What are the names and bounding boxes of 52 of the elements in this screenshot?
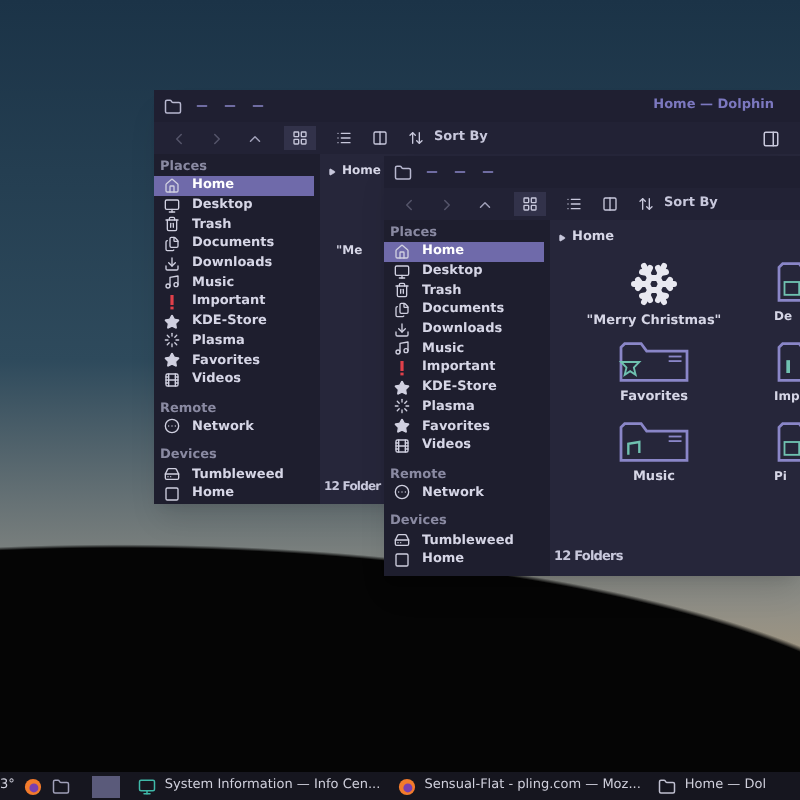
spinner-icon [394,398,410,415]
drive-icon [164,466,180,483]
documents-icon [394,301,410,318]
download-icon [164,255,180,272]
monitor-icon [138,777,157,795]
folder-icon[interactable] [52,777,71,795]
drive-icon [394,532,410,549]
icons-view-button[interactable] [284,126,316,150]
folder-icon [658,777,677,795]
details-view-icon[interactable] [336,130,352,146]
film-icon [164,371,180,388]
grid-icon [292,130,308,146]
network-icon [394,484,410,501]
folder-icon [616,339,692,384]
star-icon [164,313,180,330]
star-icon [164,352,180,369]
music-note-icon [164,274,180,291]
trash-icon [394,282,410,299]
columns-view-icon[interactable] [372,130,388,146]
documents-icon [164,235,180,252]
square-icon [164,485,180,502]
grid-icon [522,196,538,212]
details-view-icon[interactable] [566,196,582,212]
home-icon [164,177,180,194]
browser-icon[interactable] [398,777,417,795]
sort-icon[interactable] [638,196,654,212]
folder-icon [394,163,412,181]
star-icon [394,379,410,396]
trash-icon [164,216,180,233]
folder-icon [616,419,692,464]
breadcrumb-arrow-icon [558,233,566,242]
virtual-desktop-pager[interactable] [92,775,121,797]
square-icon [394,551,410,568]
folder-icon [164,97,182,115]
star-icon [394,418,410,435]
sort-icon[interactable] [408,130,424,146]
film-icon [394,437,410,454]
network-icon [164,418,180,435]
browser-icon[interactable] [24,777,43,795]
panel-icon[interactable] [762,129,780,147]
download-icon [394,321,410,338]
monitor-icon [164,197,180,214]
columns-view-icon[interactable] [602,196,618,212]
spinner-icon [164,332,180,349]
exclamation-icon [394,359,410,376]
monitor-icon [394,263,410,280]
music-note-icon [394,340,410,357]
snowflake-icon[interactable] [630,259,678,308]
icons-view-button[interactable] [514,192,546,216]
breadcrumb-arrow-icon [328,167,336,175]
exclamation-icon [164,293,180,310]
home-icon [394,243,410,260]
